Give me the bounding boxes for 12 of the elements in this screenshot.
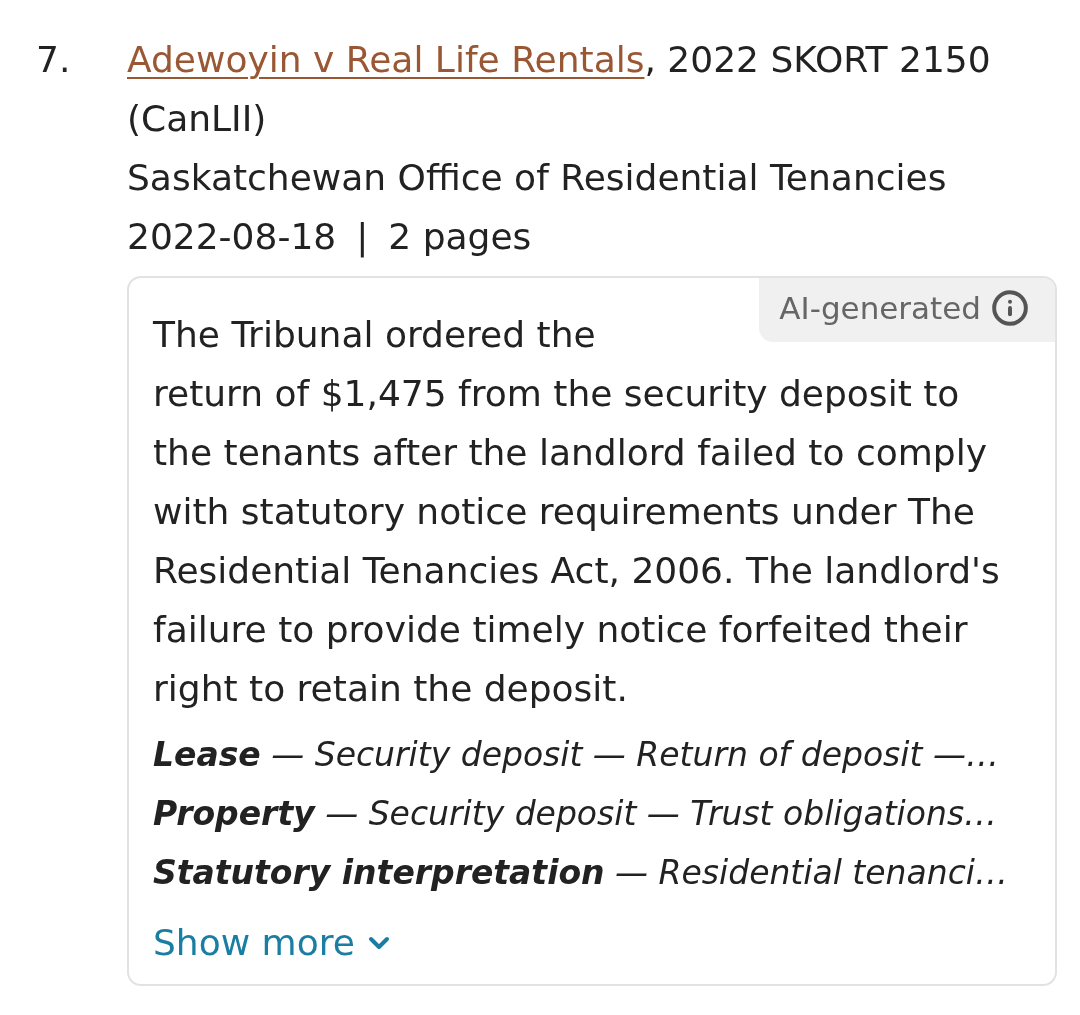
keyword-line: Statutory interpretation — Residential tenanci… <box>153 852 1009 894</box>
case-link[interactable]: Adewoyin v Real Life Rentals <box>127 39 645 80</box>
show-more-button[interactable]: Show more <box>153 913 395 972</box>
decision-date: 2022-08-18 <box>127 215 337 259</box>
keyword-line: Property — Security deposit — Trust obligations… <box>153 793 999 835</box>
meta-separator: | <box>356 215 369 260</box>
court-name: Saskatchewan Office of Residential Tenancies <box>127 156 948 200</box>
info-icon[interactable] <box>991 289 1029 327</box>
list-number: 7. <box>36 38 72 82</box>
page-count: 2 pages <box>388 215 532 259</box>
keyword-line: Lease — Security deposit — Return of deposit —… <box>153 734 1000 776</box>
case-citation: Adewoyin v Real Life Rentals, 2022 SKORT 2150 (CanLII) <box>127 38 992 141</box>
